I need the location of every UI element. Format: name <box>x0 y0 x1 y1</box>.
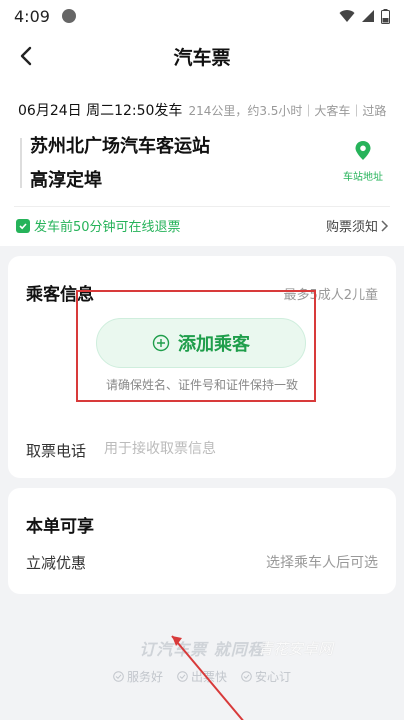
chevron-right-icon <box>381 219 389 232</box>
location-pin-icon <box>355 141 371 160</box>
notification-dot-icon <box>61 9 76 23</box>
origin-station: 苏州北广场汽车客运站 <box>30 136 210 157</box>
status-bar: 4:09 <box>0 0 404 32</box>
wifi-icon <box>339 10 355 22</box>
footer: 订汽车票 就同程 青花安卓网 服务好 出票快 安心订 <box>0 600 404 720</box>
back-arrow-icon <box>20 46 32 66</box>
discount-heading: 本单可享 <box>26 517 94 537</box>
divider <box>14 206 390 207</box>
station-address-button[interactable]: 车站地址 <box>338 140 388 183</box>
discount-label: 立减优惠 <box>26 553 87 572</box>
status-icons <box>339 8 390 24</box>
refund-note-text: 发车前50分钟可在线退票 <box>34 220 181 235</box>
departure-time: 06月24日 周二12:50发车 <box>18 103 183 119</box>
page-title: 汽车票 <box>173 46 231 69</box>
phone-input[interactable] <box>104 437 364 461</box>
highlight-box <box>76 290 316 402</box>
phone-label: 取票电话 <box>26 442 87 460</box>
battery-icon <box>381 8 390 24</box>
signal-icon <box>362 10 374 22</box>
refund-badge-icon <box>16 218 30 233</box>
discount-card: 本单可享 立减优惠 选择乘车人后可选 <box>8 488 396 594</box>
destination-station: 高淳定埠 <box>30 170 102 191</box>
feature-item: 服务好 <box>113 668 163 685</box>
trip-summary: 06月24日 周二12:50发车 214公里，约3.5小时｜大客车｜过路 苏州北广… <box>0 80 404 246</box>
discount-row[interactable]: 立减优惠 选择乘车人后可选 <box>26 550 378 574</box>
station-address-label: 车站地址 <box>343 172 383 183</box>
status-time: 4:09 <box>14 6 50 26</box>
feature-label: 服务好 <box>126 670 163 684</box>
passenger-info-card: 乘客信息 最多5成人2儿童 添加乘客 请确保姓名、证件号和证件保持一致 取票电话 <box>8 256 396 478</box>
annotation-arrow-icon <box>171 635 244 720</box>
purchase-notice-label: 购票须知 <box>325 220 378 235</box>
trip-meta: 214公里，约3.5小时｜大客车｜过路 <box>188 104 387 118</box>
check-circle-icon <box>113 671 124 682</box>
purchase-notice-link[interactable]: 购票须知 <box>326 216 390 235</box>
trip-departure-line: 06月24日 周二12:50发车 214公里，约3.5小时｜大客车｜过路 <box>18 100 404 120</box>
route-line <box>20 138 22 188</box>
nav-bar: 汽车票 <box>0 32 404 80</box>
refund-note: 发车前50分钟可在线退票 <box>16 216 181 235</box>
discount-value: 选择乘车人后可选 <box>266 555 378 571</box>
back-button[interactable] <box>12 42 40 70</box>
